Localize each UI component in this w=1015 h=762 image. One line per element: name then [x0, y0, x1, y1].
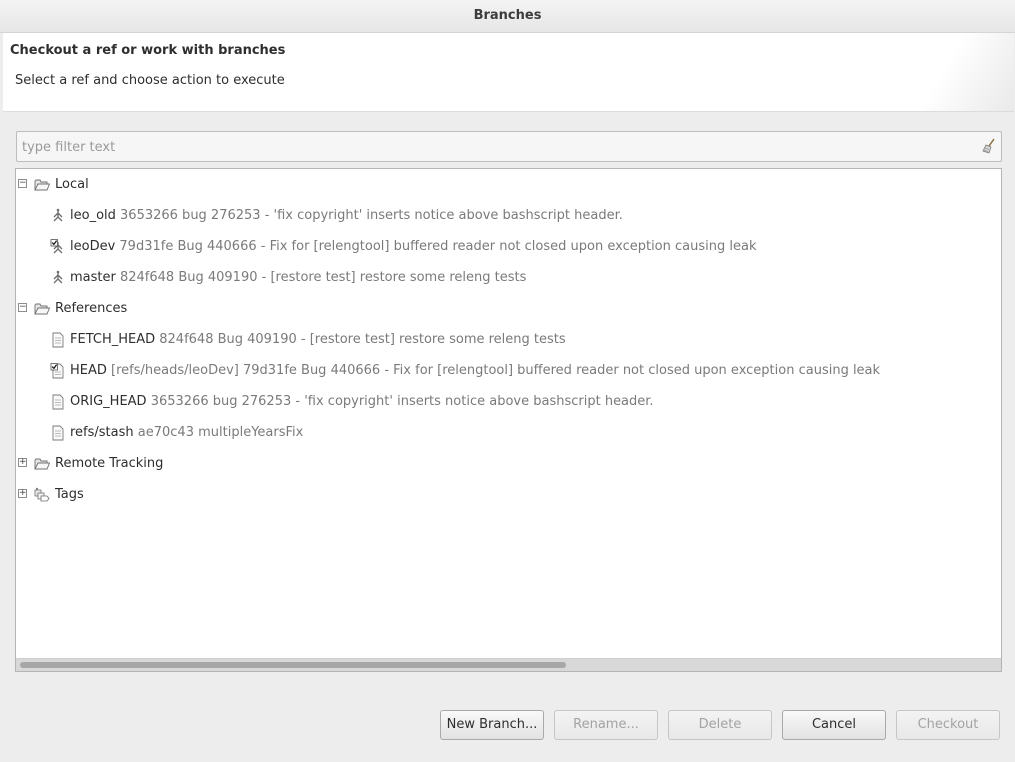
- ref-description: ae70c43 multipleYearsFix: [137, 425, 304, 440]
- ref-file-icon: [52, 425, 64, 441]
- branch-icon: [53, 270, 63, 284]
- expand-icon[interactable]: +: [18, 458, 27, 467]
- branch-name: master: [70, 270, 116, 285]
- branch-description: 79d31fe Bug 440666 - Fix for [relengtool…: [119, 239, 757, 254]
- new-branch-button[interactable]: New Branch...: [440, 710, 544, 740]
- ref-name: FETCH_HEAD: [70, 332, 156, 347]
- clear-filter-icon[interactable]: [981, 138, 997, 154]
- open-folder-icon: [34, 458, 50, 470]
- branch-description: 824f648 Bug 409190 - [restore test] rest…: [119, 270, 527, 285]
- cancel-button[interactable]: Cancel: [782, 710, 886, 740]
- ref-description: [refs/heads/leoDev] 79d31fe Bug 440666 -…: [111, 363, 881, 378]
- checked-out-branch-icon: [50, 239, 63, 254]
- scrollbar-thumb[interactable]: [20, 662, 566, 668]
- filter-input[interactable]: [20, 136, 974, 158]
- branch-name: leoDev: [70, 239, 116, 254]
- ref-name: refs/stash: [70, 425, 134, 440]
- window-title: Branches: [473, 8, 542, 23]
- branch-description: 3653266 bug 276253 - 'fix copyright' ins…: [120, 208, 623, 223]
- collapse-icon[interactable]: −: [18, 179, 27, 188]
- ref-file-icon: [52, 394, 64, 410]
- branch-name: leo_old: [70, 208, 116, 223]
- checkout-button[interactable]: Checkout: [896, 710, 1000, 740]
- delete-button[interactable]: Delete: [668, 710, 772, 740]
- open-folder-icon: [34, 303, 50, 315]
- ref-description: 3653266 bug 276253 - 'fix copyright' ins…: [150, 394, 654, 409]
- tree-node-label: Remote Tracking: [55, 456, 164, 471]
- branch-tree[interactable]: − Local leo_old 3653266 bug 276253 - 'fi…: [15, 168, 1002, 672]
- tree-node-label: References: [55, 301, 128, 316]
- tree-node-label: Tags: [55, 487, 84, 502]
- ref-file-icon: [52, 332, 64, 348]
- expand-icon[interactable]: +: [18, 489, 27, 498]
- ref-name: HEAD: [70, 363, 107, 378]
- checked-out-ref-icon: [50, 363, 64, 379]
- rename-button[interactable]: Rename...: [554, 710, 658, 740]
- ref-description: 824f648 Bug 409190 - [restore test] rest…: [159, 332, 566, 347]
- tags-icon: [34, 487, 50, 502]
- window-titlebar: Branches: [0, 0, 1015, 33]
- header-message: Select a ref and choose action to execut…: [15, 73, 285, 88]
- tree-node-label: Local: [55, 177, 89, 192]
- open-folder-icon: [34, 179, 50, 191]
- branch-icon: [53, 208, 63, 222]
- dialog-header: Checkout a ref or work with branches Sel…: [3, 33, 1014, 112]
- ref-name: ORIG_HEAD: [70, 394, 147, 409]
- horizontal-scrollbar[interactable]: [16, 658, 1001, 671]
- filter-box: [16, 131, 1002, 162]
- header-title: Checkout a ref or work with branches: [10, 43, 286, 58]
- collapse-icon[interactable]: −: [18, 303, 27, 312]
